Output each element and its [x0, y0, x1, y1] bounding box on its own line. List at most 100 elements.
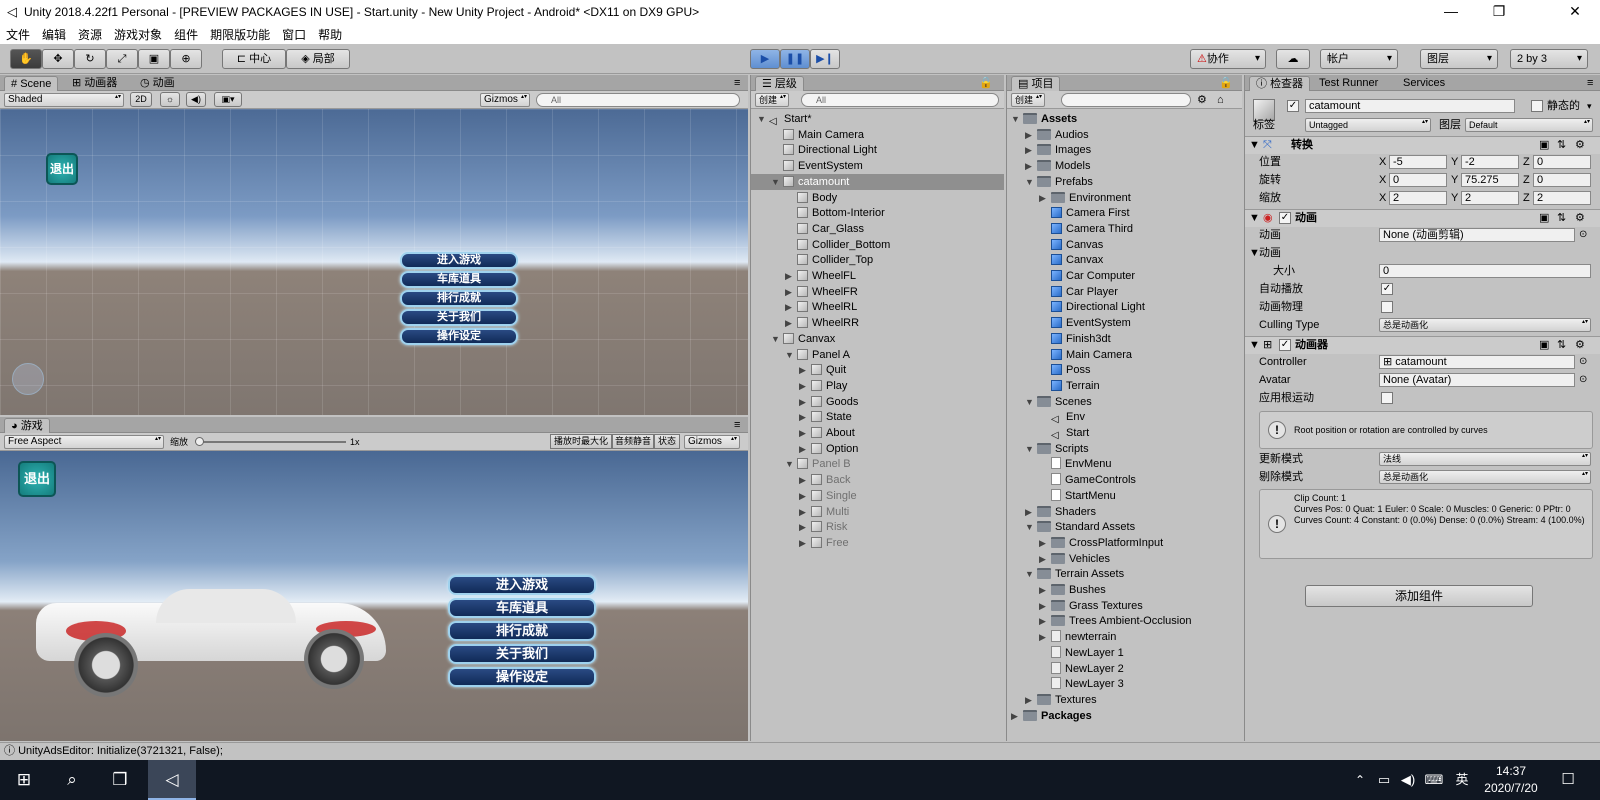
game-view[interactable]: 退出 进入游戏 车库道具 排行成就 关于我们 操作设定 [0, 451, 748, 741]
expand-arrow-icon[interactable]: ▼ [785, 456, 797, 472]
effects-icon[interactable]: ▣▾ [214, 92, 242, 107]
scale-slider-handle[interactable] [195, 437, 204, 446]
game-exit-button[interactable]: 退出 [18, 461, 56, 497]
project-item[interactable]: Finish3dt [1007, 331, 1242, 347]
hierarchy-item[interactable]: Collider_Bottom [751, 237, 1004, 253]
collapse-arrow-icon[interactable]: ▶ [799, 409, 811, 425]
project-item[interactable]: ◁ Env [1007, 409, 1242, 425]
filter-by-type-icon[interactable]: ⚙ [1197, 92, 1207, 108]
space-toggle[interactable]: ◈ 局部 [286, 49, 350, 69]
project-item[interactable]: NewLayer 3 [1007, 676, 1242, 692]
scale-slider[interactable] [196, 441, 346, 443]
collapse-arrow-icon[interactable]: ▶ [799, 488, 811, 504]
help-icon[interactable]: ▣ [1539, 210, 1549, 226]
panel-menu-icon[interactable]: ≡ [1581, 76, 1599, 91]
2d-toggle[interactable]: 2D [130, 92, 152, 107]
animate-physics-checkbox[interactable] [1381, 301, 1393, 313]
tab-game[interactable]: ◕ 游戏 [4, 418, 50, 433]
project-item[interactable]: GameControls [1007, 472, 1242, 488]
axis-x-label[interactable]: X [1379, 154, 1386, 170]
menu-file[interactable]: 文件 [6, 26, 30, 43]
hierarchy-item[interactable]: ▶ WheelFL [751, 268, 1004, 284]
help-icon[interactable]: ▣ [1539, 137, 1549, 153]
game-menu-button[interactable]: 关于我们 [448, 644, 596, 664]
expand-arrow-icon[interactable]: ▼ [1025, 441, 1037, 457]
step-button[interactable]: ▶❙ [810, 49, 840, 69]
panel-menu-icon[interactable]: ≡ [728, 418, 746, 433]
menu-preview[interactable]: 期限版功能 [210, 26, 270, 43]
animation-header[interactable]: ▼ ◉ ✓ 动画 ▣ ⇅ ⚙ [1245, 209, 1600, 227]
object-name-field[interactable]: catamount [1305, 99, 1515, 113]
foldout-icon[interactable]: ▼ [1249, 137, 1260, 153]
hierarchy-item[interactable]: ▶ Play [751, 378, 1004, 394]
project-item[interactable]: ▼ Scenes [1007, 394, 1242, 410]
tab-hierarchy[interactable]: ☰ 层级 [755, 76, 804, 91]
collapse-arrow-icon[interactable]: ▶ [1025, 127, 1037, 143]
foldout-icon[interactable]: ▼ [1249, 337, 1260, 353]
project-item[interactable]: ◁ Start [1007, 425, 1242, 441]
collapse-arrow-icon[interactable]: ▶ [799, 394, 811, 410]
hierarchy-item[interactable]: ▼ Canvax [751, 331, 1004, 347]
pause-button[interactable]: ❚❚ [780, 49, 810, 69]
collab-dropdown[interactable]: ⚠协作 [1190, 49, 1266, 69]
expand-arrow-icon[interactable]: ▼ [1025, 394, 1037, 410]
stats-toggle[interactable]: 状态 [654, 434, 680, 449]
maximize-on-play-toggle[interactable]: 播放时最大化 [550, 434, 612, 449]
hierarchy-item[interactable]: ▼ catamount [751, 173, 1004, 190]
expand-arrow-icon[interactable]: ▼ [785, 347, 797, 363]
chevron-up-icon[interactable]: ⌃ [1348, 768, 1372, 792]
project-item[interactable]: ▶ Shaders [1007, 504, 1242, 520]
culling-type-dropdown[interactable]: 总是动画化 [1379, 318, 1591, 332]
collapse-arrow-icon[interactable]: ▶ [785, 268, 797, 284]
project-item[interactable]: ▼ Assets [1007, 111, 1242, 127]
project-item[interactable]: ▶ Grass Textures [1007, 598, 1242, 614]
axis-y-label[interactable]: Y [1451, 154, 1458, 170]
collapse-arrow-icon[interactable]: ▶ [785, 284, 797, 300]
collapse-arrow-icon[interactable]: ▶ [1039, 629, 1051, 645]
scene-view[interactable]: 退出 进入游戏 车库道具 排行成就 关于我们 操作设定 [0, 109, 748, 415]
size-field[interactable]: 0 [1379, 264, 1591, 278]
search-icon[interactable]: ⌕ [60, 768, 84, 792]
gear-icon[interactable]: ⚙ [1575, 137, 1585, 153]
keyboard-icon[interactable]: ⌨ [1422, 768, 1446, 792]
collapse-arrow-icon[interactable]: ▶ [1011, 708, 1023, 724]
hierarchy-item[interactable]: ▶ About [751, 425, 1004, 441]
axis-z-label[interactable]: Z [1523, 154, 1530, 170]
scene-menu-button[interactable]: 进入游戏 [400, 252, 518, 269]
game-menu-button[interactable]: 排行成就 [448, 621, 596, 641]
clock[interactable]: 14:37 2020/7/20 [1476, 763, 1546, 797]
project-item[interactable]: ▶ Textures [1007, 692, 1242, 708]
tab-services[interactable]: Services [1397, 76, 1451, 91]
project-item[interactable]: Canvas [1007, 237, 1242, 253]
project-item[interactable]: ▶ Images [1007, 142, 1242, 158]
hierarchy-item[interactable]: ▶ WheelRR [751, 315, 1004, 331]
transform-z-field[interactable]: 0 [1533, 173, 1591, 187]
project-item[interactable]: ▼ Terrain Assets [1007, 566, 1242, 582]
transform-y-field[interactable]: 2 [1461, 191, 1519, 205]
project-search-input[interactable] [1061, 93, 1191, 107]
hierarchy-item[interactable]: ▶ Risk [751, 519, 1004, 535]
object-picker-icon[interactable]: ⊙ [1579, 354, 1587, 370]
project-item[interactable]: Poss [1007, 362, 1242, 378]
project-item[interactable]: ▶ CrossPlatformInput [1007, 535, 1242, 551]
aspect-dropdown[interactable]: Free Aspect [4, 435, 164, 449]
project-item[interactable]: ▶ Trees Ambient-Occlusion [1007, 613, 1242, 629]
lock-icon[interactable]: 🔒 [1213, 76, 1239, 91]
rotate-tool-icon[interactable]: ↻ [74, 49, 106, 69]
hierarchy-item[interactable]: ▶ Goods [751, 394, 1004, 410]
tab-animation[interactable]: ◷ 动画 [134, 76, 181, 91]
project-item[interactable]: StartMenu [1007, 488, 1242, 504]
collapse-arrow-icon[interactable]: ▶ [1039, 535, 1051, 551]
scene-menu-button[interactable]: 车库道具 [400, 271, 518, 288]
scene-menu-button[interactable]: 排行成就 [400, 290, 518, 307]
project-item[interactable]: Terrain [1007, 378, 1242, 394]
hierarchy-item[interactable]: ▶ Single [751, 488, 1004, 504]
transform-z-field[interactable]: 2 [1533, 191, 1591, 205]
collapse-arrow-icon[interactable]: ▶ [799, 535, 811, 551]
preset-icon[interactable]: ⇅ [1557, 210, 1566, 226]
project-item[interactable]: ▶ Models [1007, 158, 1242, 174]
collapse-arrow-icon[interactable]: ▶ [1025, 504, 1037, 520]
tab-scene[interactable]: # Scene [4, 76, 59, 91]
collapse-arrow-icon[interactable]: ▶ [799, 519, 811, 535]
scene-exit-button[interactable]: 退出 [46, 153, 78, 185]
